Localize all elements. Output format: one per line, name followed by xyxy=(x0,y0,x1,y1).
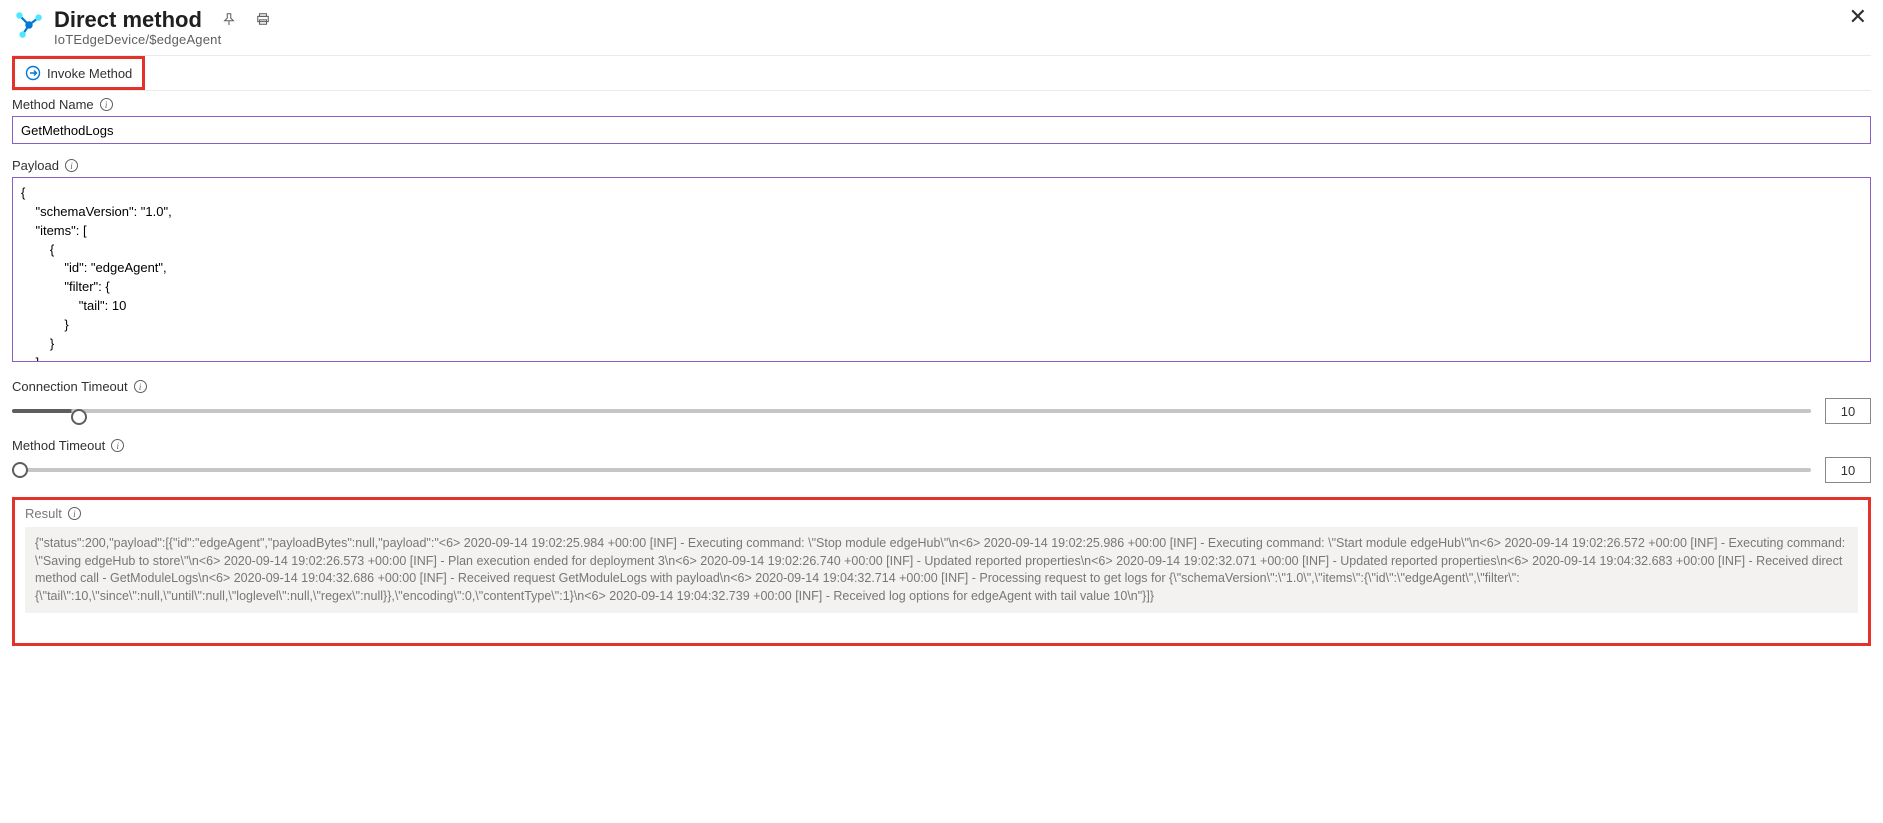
close-button[interactable]: ✕ xyxy=(1845,6,1871,28)
page-title: Direct method xyxy=(54,6,202,34)
result-section: Result i {"status":200,"payload":[{"id":… xyxy=(12,497,1871,646)
connection-timeout-label: Connection Timeout xyxy=(12,379,128,394)
info-icon[interactable]: i xyxy=(68,507,81,520)
connection-timeout-value: 10 xyxy=(1825,398,1871,424)
invoke-method-label: Invoke Method xyxy=(47,66,132,81)
command-bar: Invoke Method xyxy=(12,55,1871,91)
info-icon[interactable]: i xyxy=(111,439,124,452)
result-output: {"status":200,"payload":[{"id":"edgeAgen… xyxy=(25,527,1858,613)
result-label: Result xyxy=(25,506,62,521)
payload-input[interactable] xyxy=(12,177,1871,362)
connection-timeout-slider[interactable] xyxy=(12,409,1811,413)
info-icon[interactable]: i xyxy=(100,98,113,111)
connection-timeout-field: Connection Timeout i 10 xyxy=(12,379,1871,424)
invoke-icon xyxy=(25,65,41,81)
invoke-method-button[interactable]: Invoke Method xyxy=(12,56,145,90)
method-timeout-field: Method Timeout i 10 xyxy=(12,438,1871,483)
payload-field: Payload i xyxy=(12,158,1871,365)
page-header: Direct method IoTEdgeDevice/$edgeAgent xyxy=(12,6,1871,47)
method-name-label: Method Name xyxy=(12,97,94,112)
method-name-input[interactable] xyxy=(12,116,1871,144)
direct-method-icon xyxy=(12,8,46,42)
method-timeout-slider[interactable] xyxy=(12,468,1811,472)
breadcrumb: IoTEdgeDevice/$edgeAgent xyxy=(54,32,270,47)
info-icon[interactable]: i xyxy=(134,380,147,393)
method-name-field: Method Name i xyxy=(12,97,1871,144)
info-icon[interactable]: i xyxy=(65,159,78,172)
pin-icon[interactable] xyxy=(222,12,236,29)
payload-label: Payload xyxy=(12,158,59,173)
method-timeout-label: Method Timeout xyxy=(12,438,105,453)
print-icon[interactable] xyxy=(256,12,270,29)
method-timeout-value: 10 xyxy=(1825,457,1871,483)
